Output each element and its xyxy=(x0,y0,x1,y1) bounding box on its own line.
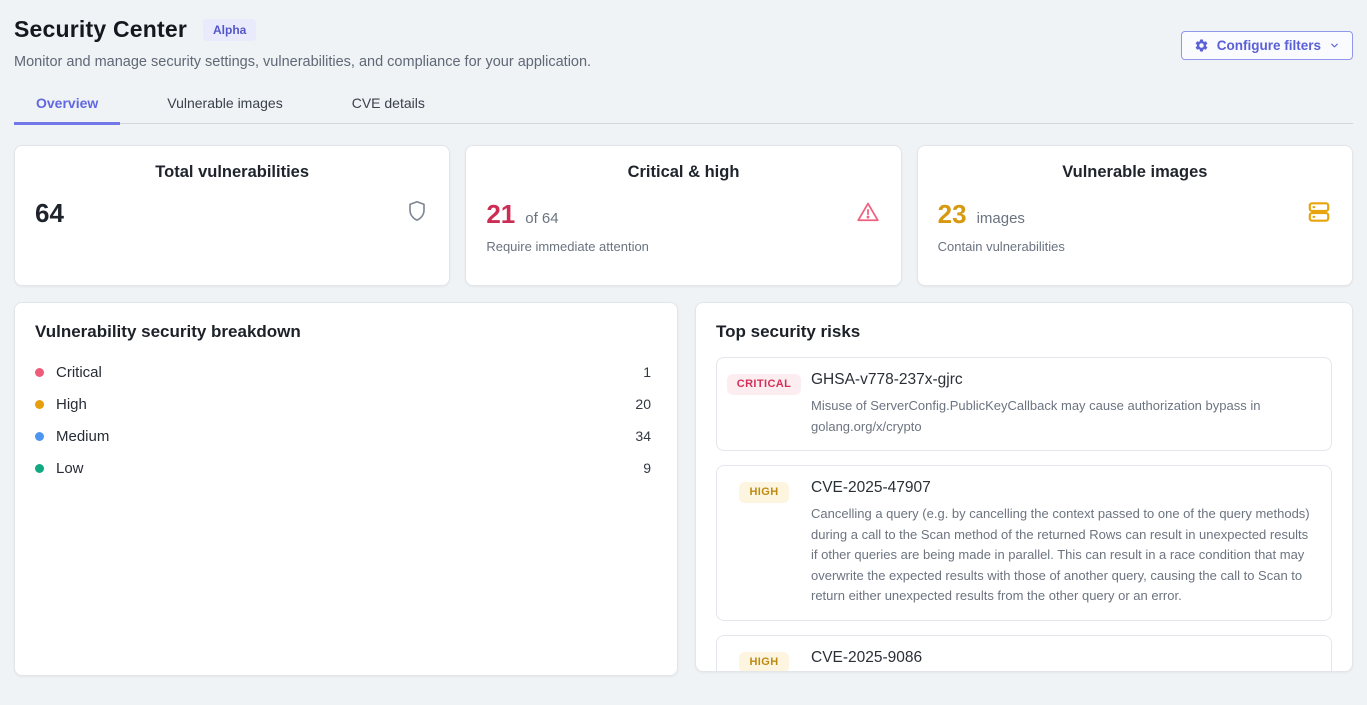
configure-filters-button[interactable]: Configure filters xyxy=(1181,31,1353,60)
risk-item-cve-2025-9086[interactable]: HIGH CVE-2025-9086 xyxy=(716,635,1332,672)
risk-item-ghsa-v778-237x-gjrc[interactable]: CRITICAL GHSA-v778-237x-gjrc Misuse of S… xyxy=(716,357,1332,451)
breakdown-label: Medium xyxy=(56,428,109,445)
security-center-page: Security Center Alpha Configure filters … xyxy=(0,0,1367,676)
stat-card-total-vulnerabilities: Total vulnerabilities 64 xyxy=(14,145,450,286)
stat-caption: Contain vulnerabilities xyxy=(938,239,1332,254)
tab-bar: Overview Vulnerable images CVE details xyxy=(14,86,1353,124)
critical-dot-icon xyxy=(35,368,44,377)
breakdown-row-medium: Medium 34 xyxy=(35,420,657,452)
stat-value: 64 xyxy=(35,199,64,228)
low-dot-icon xyxy=(35,464,44,473)
chevron-down-icon xyxy=(1329,40,1340,51)
stat-suffix: images xyxy=(977,210,1025,227)
breakdown-row-critical: Critical 1 xyxy=(35,356,657,388)
panels-row: Vulnerability security breakdown Critica… xyxy=(14,302,1353,676)
stat-value: 21 xyxy=(486,200,515,229)
risk-id: GHSA-v778-237x-gjrc xyxy=(811,371,1317,389)
stat-suffix: of 64 xyxy=(525,210,558,227)
breakdown-value: 1 xyxy=(643,364,657,380)
stat-caption: Require immediate attention xyxy=(486,239,880,254)
tab-vulnerable-images[interactable]: Vulnerable images xyxy=(145,86,304,125)
alpha-badge: Alpha xyxy=(203,19,256,41)
warning-icon xyxy=(855,199,881,230)
severity-badge: CRITICAL xyxy=(727,374,802,395)
stat-title: Critical & high xyxy=(486,163,880,182)
tab-overview[interactable]: Overview xyxy=(14,86,120,125)
page-subtitle: Monitor and manage security settings, vu… xyxy=(14,54,1353,70)
breakdown-value: 34 xyxy=(635,428,657,444)
page-header: Security Center Alpha Configure filters … xyxy=(14,16,1353,70)
gear-icon xyxy=(1194,38,1209,53)
severity-badge: HIGH xyxy=(739,652,788,672)
vulnerability-breakdown-panel: Vulnerability security breakdown Critica… xyxy=(14,302,678,676)
breakdown-row-low: Low 9 xyxy=(35,452,657,484)
breakdown-row-high: High 20 xyxy=(35,388,657,420)
breakdown-label: Critical xyxy=(56,364,102,381)
risk-id: CVE-2025-47907 xyxy=(811,479,1317,497)
risk-description: Misuse of ServerConfig.PublicKeyCallback… xyxy=(811,396,1317,437)
panel-title: Top security risks xyxy=(716,322,1332,342)
server-icon xyxy=(1306,199,1332,230)
top-security-risks-panel: Top security risks CRITICAL GHSA-v778-23… xyxy=(695,302,1353,672)
breakdown-value: 20 xyxy=(635,396,657,412)
stat-value: 23 xyxy=(938,200,967,229)
medium-dot-icon xyxy=(35,432,44,441)
severity-badge: HIGH xyxy=(739,482,788,503)
high-dot-icon xyxy=(35,400,44,409)
stats-row: Total vulnerabilities 64 Critical & high… xyxy=(14,145,1353,286)
breakdown-value: 9 xyxy=(643,460,657,476)
stat-card-critical-high: Critical & high 21 of 64 Require immedia… xyxy=(465,145,901,286)
stat-title: Total vulnerabilities xyxy=(35,163,429,182)
risk-item-cve-2025-47907[interactable]: HIGH CVE-2025-47907 Cancelling a query (… xyxy=(716,465,1332,621)
breakdown-label: High xyxy=(56,396,87,413)
configure-filters-label: Configure filters xyxy=(1217,38,1321,53)
stat-title: Vulnerable images xyxy=(938,163,1332,182)
page-title: Security Center xyxy=(14,16,187,43)
stat-card-vulnerable-images: Vulnerable images 23 images Contain vuln… xyxy=(917,145,1353,286)
risk-id: CVE-2025-9086 xyxy=(811,649,922,667)
panel-title: Vulnerability security breakdown xyxy=(35,322,657,342)
shield-icon xyxy=(405,199,429,228)
tab-cve-details[interactable]: CVE details xyxy=(330,86,447,125)
breakdown-label: Low xyxy=(56,460,84,477)
risk-description: Cancelling a query (e.g. by cancelling t… xyxy=(811,504,1317,607)
